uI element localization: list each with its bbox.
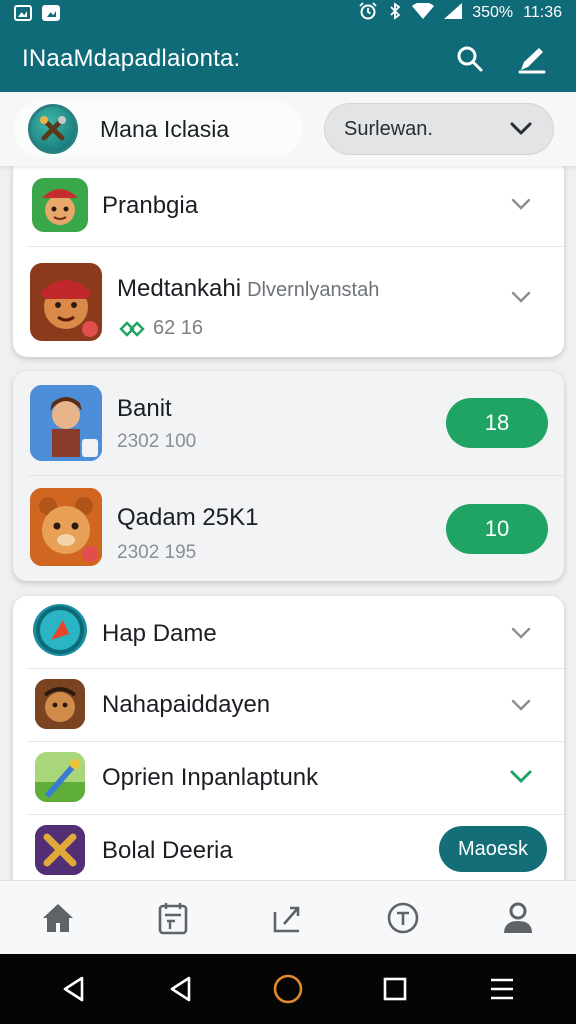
- chevron-down-icon[interactable]: [511, 291, 531, 303]
- home-circle-icon: [273, 974, 303, 1004]
- dropdown-value: Surlewan.: [344, 117, 433, 140]
- share-icon: [273, 906, 300, 932]
- alarm-icon: [358, 1, 378, 25]
- avatar: [28, 104, 78, 154]
- app-icon: [32, 178, 88, 232]
- list-item[interactable]: Qadam 25K1 2302 195 10: [13, 476, 564, 581]
- system-back-button[interactable]: [156, 964, 206, 1014]
- chevron-down-icon[interactable]: [511, 627, 531, 639]
- back-icon: [63, 976, 83, 1002]
- item-subtitle: 2302 100: [117, 431, 197, 452]
- list-item[interactable]: Medtankahi Dlvernlyanstah 62 16: [13, 247, 564, 357]
- search-icon: [457, 46, 483, 72]
- app-icon: [35, 752, 85, 802]
- item-title: Oprien Inpanlaptunk: [102, 764, 319, 791]
- signal-icon: [444, 2, 463, 24]
- item-subtitle: 62 16: [153, 317, 204, 339]
- app-icon: [30, 488, 102, 566]
- app-bar: INaaMdapadlaionta:: [0, 26, 576, 92]
- app-icon: [30, 263, 102, 341]
- timer-icon: [387, 902, 419, 933]
- chevron-down-icon: [510, 122, 532, 135]
- list-item[interactable]: Oprien Inpanlaptunk: [13, 742, 564, 814]
- app-icon: [35, 679, 85, 729]
- item-subtitle: 2302 195: [117, 542, 197, 563]
- list-item[interactable]: Banit 2302 100 18: [13, 371, 564, 475]
- clock: 11:36: [523, 4, 562, 21]
- filter-dropdown[interactable]: Surlewan.: [324, 103, 554, 155]
- header-row: Mana Iclasia Surlewan.: [0, 92, 576, 166]
- system-back-button[interactable]: [49, 964, 99, 1014]
- bottom-nav: [0, 880, 576, 954]
- list-item[interactable]: Nahapaiddayen: [13, 669, 564, 741]
- count-badge[interactable]: 10: [446, 504, 548, 554]
- home-icon: [42, 903, 73, 932]
- nav-profile[interactable]: [488, 888, 548, 948]
- profile-chip[interactable]: Mana Iclasia: [14, 101, 302, 157]
- count-badge[interactable]: 18: [446, 398, 548, 448]
- list-item[interactable]: Hap Dame: [13, 596, 564, 668]
- nav-timer[interactable]: [373, 888, 433, 948]
- recents-icon: [383, 977, 407, 1001]
- list-item[interactable]: Bolal Deeria Maoesk: [13, 815, 564, 887]
- app-icon: [35, 825, 85, 875]
- item-title: Banit: [117, 395, 172, 422]
- system-nav: [0, 954, 576, 1024]
- nav-calendar[interactable]: [143, 888, 203, 948]
- back-icon: [170, 976, 191, 1002]
- menu-icon: [491, 978, 514, 1000]
- system-home-button[interactable]: [263, 964, 313, 1014]
- chevron-down-icon[interactable]: [511, 699, 531, 711]
- nav-share[interactable]: [258, 888, 318, 948]
- item-description: Dlvernlyanstah: [247, 279, 380, 301]
- card-list-3: Hap Dame Nahapaiddayen Oprien Inpanlaptu…: [13, 596, 564, 896]
- card-list-1: Pranbgia Medtankahi Dlvernlyanstah 62 16: [13, 158, 564, 357]
- item-title: Pranbgia: [102, 192, 199, 219]
- network-icon: [119, 320, 145, 337]
- battery-text: 350%: [472, 4, 514, 21]
- system-recents-button[interactable]: [370, 964, 420, 1014]
- item-title: Medtankahi: [117, 275, 242, 302]
- item-title: Bolal Deeria: [102, 837, 233, 864]
- edit-button[interactable]: [510, 37, 554, 81]
- card-list-2: Banit 2302 100 18 Qadam 25K1 2302 195 10: [13, 371, 564, 581]
- search-button[interactable]: [448, 37, 492, 81]
- app-title: INaaMdapadlaionta:: [22, 45, 241, 72]
- bluetooth-icon: [388, 1, 402, 25]
- item-title: Nahapaiddayen: [102, 691, 271, 718]
- edit-icon: [518, 48, 546, 74]
- profile-name: Mana Iclasia: [100, 115, 230, 142]
- item-title: Qadam 25K1: [117, 504, 259, 531]
- action-button[interactable]: Maoesk: [439, 826, 547, 872]
- image-notification-icon: [42, 5, 60, 21]
- app-icon: [30, 385, 102, 461]
- app-icon: [33, 604, 87, 656]
- calendar-icon: [158, 902, 188, 934]
- check-icon[interactable]: [510, 770, 532, 786]
- profile-icon: [504, 902, 533, 933]
- system-menu-button[interactable]: [477, 964, 527, 1014]
- image-notification-icon: [14, 5, 32, 21]
- status-bar: 350% 11:36: [0, 0, 576, 26]
- wifi-icon: [412, 1, 435, 24]
- list-item[interactable]: Pranbgia: [13, 158, 564, 246]
- item-title: Hap Dame: [102, 620, 217, 647]
- nav-home[interactable]: [28, 888, 88, 948]
- chevron-down-icon[interactable]: [511, 198, 531, 210]
- tools-icon: [40, 116, 66, 141]
